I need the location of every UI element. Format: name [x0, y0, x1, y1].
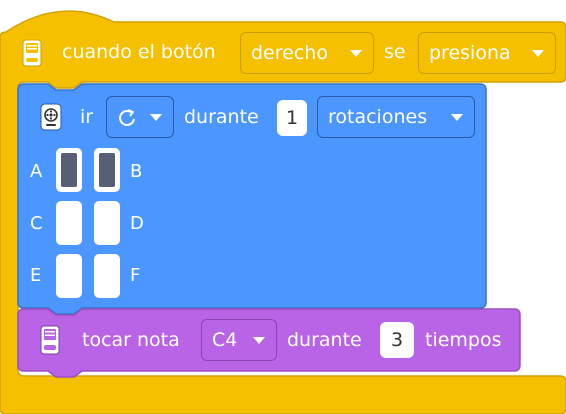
port-label-c: C: [30, 213, 43, 234]
chevron-down-icon: [150, 114, 162, 121]
port-label-b: B: [130, 161, 143, 182]
action-dropdown[interactable]: presiona: [418, 32, 556, 74]
button-dropdown[interactable]: derecho: [240, 32, 374, 74]
port-b-toggle[interactable]: [94, 148, 120, 192]
beats-label: tiempos: [425, 329, 502, 351]
direction-dropdown[interactable]: [106, 96, 174, 138]
during-label: durante: [287, 329, 362, 351]
unit-dropdown[interactable]: rotaciones: [317, 96, 475, 138]
chevron-down-icon: [451, 114, 463, 121]
port-f-toggle[interactable]: [94, 254, 120, 298]
se-label: se: [384, 41, 406, 63]
clockwise-arrow-icon: [119, 109, 135, 126]
action-value: presiona: [429, 42, 511, 64]
port-a-toggle[interactable]: [56, 148, 82, 192]
play-note-label: tocar nota: [82, 329, 180, 351]
brain-icon: [40, 325, 60, 355]
chevron-down-icon: [532, 50, 544, 57]
port-label-d: D: [130, 213, 144, 234]
chevron-down-icon: [350, 50, 362, 57]
port-label-a: A: [30, 161, 43, 182]
note-dropdown[interactable]: C4: [201, 319, 277, 361]
go-label: ir: [80, 106, 94, 128]
port-e-toggle[interactable]: [56, 254, 82, 298]
during-label: durante: [184, 106, 259, 128]
motor-icon: [40, 103, 62, 131]
port-label-f: F: [130, 265, 141, 286]
beats-input[interactable]: 3: [380, 322, 414, 358]
unit-value: rotaciones: [328, 106, 428, 128]
brain-icon: [22, 39, 42, 67]
port-c-toggle[interactable]: [56, 201, 82, 245]
chevron-down-icon: [253, 337, 265, 344]
rotations-input[interactable]: 1: [277, 100, 307, 136]
port-d-toggle[interactable]: [94, 201, 120, 245]
when-label: cuando el botón: [62, 41, 216, 63]
port-label-e: E: [30, 265, 42, 286]
note-value: C4: [212, 329, 238, 351]
button-value: derecho: [251, 42, 328, 64]
